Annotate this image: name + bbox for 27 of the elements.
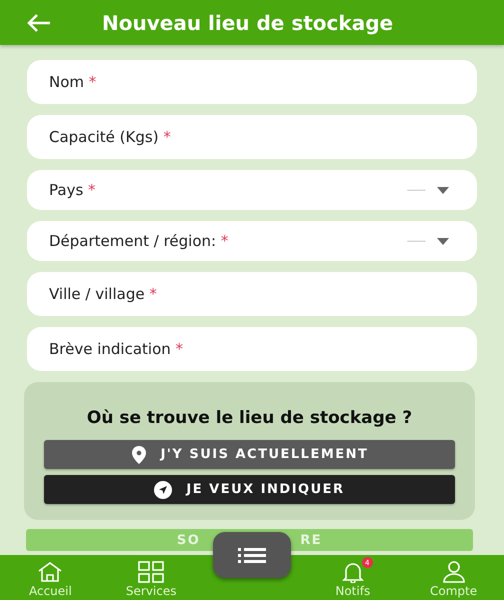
home-icon: [36, 561, 64, 583]
dropdown-placeholder: -------: [406, 184, 425, 196]
field-label: Pays *: [49, 181, 97, 199]
field-label: Nom *: [49, 73, 98, 91]
caret-icon: [437, 186, 449, 194]
dropdown-field[interactable]: Département / région: * -------: [27, 221, 477, 261]
dropdown-field[interactable]: Pays * -------: [27, 170, 477, 210]
caret-icon: [437, 238, 449, 244]
pin-icon: [130, 446, 147, 464]
field-label: Capacité (Kgs) *: [49, 128, 172, 146]
field-label: Ville / village *: [49, 285, 158, 303]
dropdown-placeholder: -------: [406, 236, 425, 246]
current-location-button[interactable]: J'Y SUIS ACTUELLEMENT: [44, 440, 455, 469]
grid-icon: [137, 561, 166, 583]
indicate-location-button[interactable]: JE VEUX INDIQUER: [44, 475, 455, 504]
input-field[interactable]: Brève indication *: [27, 327, 477, 371]
list-icon: [238, 547, 266, 563]
page-title: Nouveau lieu de stockage: [102, 10, 394, 34]
input-field[interactable]: Capacité (Kgs) *: [27, 115, 477, 159]
navigation-icon: [154, 480, 172, 498]
field-label: Département / région: *: [49, 232, 230, 250]
field-label: Brève indication *: [49, 340, 184, 358]
input-field[interactable]: Nom *: [27, 60, 477, 104]
back-arrow-icon[interactable]: [26, 12, 52, 32]
location-question: Où se trouve le lieu de stockage ?: [86, 408, 414, 428]
input-field[interactable]: Ville / village *: [27, 272, 477, 316]
floating-menu[interactable]: [212, 532, 291, 578]
